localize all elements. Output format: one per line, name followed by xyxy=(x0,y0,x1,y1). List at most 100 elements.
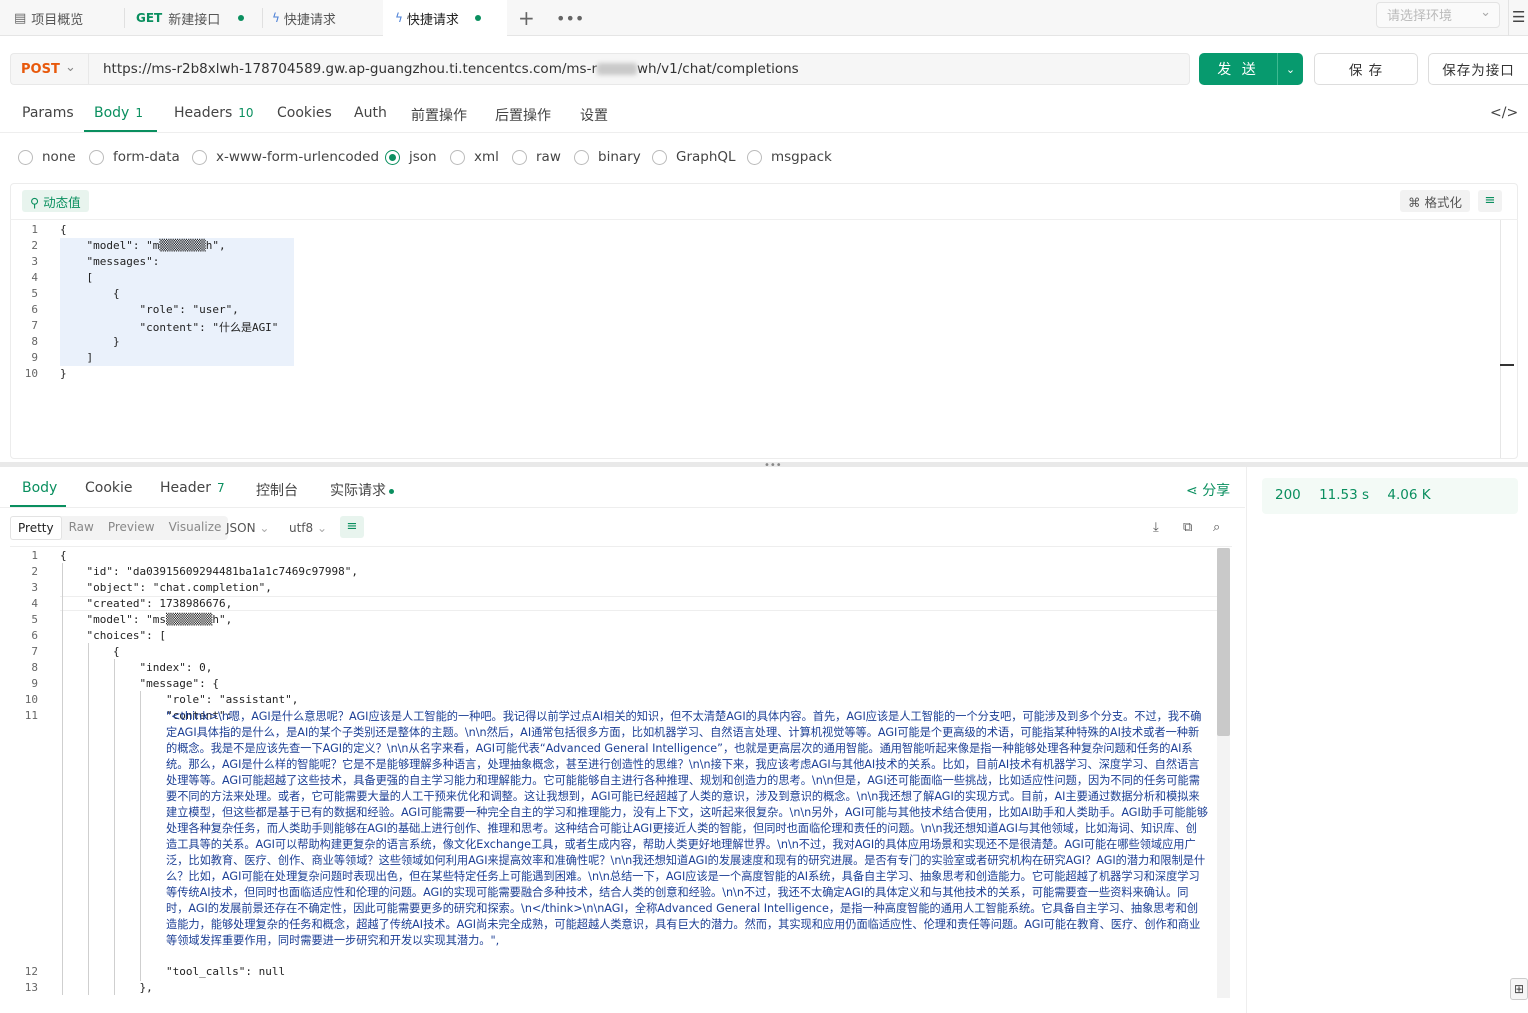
radio-msgpack[interactable]: msgpack xyxy=(747,149,832,165)
tab-body[interactable]: Body 1 xyxy=(94,105,143,121)
tab-label: 控制台 xyxy=(256,483,298,499)
tab-label: Cookies xyxy=(277,105,332,121)
tab-project-overview[interactable]: ▤ 项目概览 xyxy=(14,0,122,36)
tab-quick-request-1[interactable]: ϟ 快捷请求 xyxy=(272,0,380,36)
radio-form-data[interactable]: form-data xyxy=(89,149,180,165)
radio-x-www-form-urlencoded[interactable]: x-www-form-urlencoded xyxy=(192,149,379,165)
resp-tab-cookie[interactable]: Cookie xyxy=(85,480,133,496)
send-button[interactable]: 发 送 ⌄ xyxy=(1199,53,1303,85)
word-wrap-icon[interactable]: ≡ xyxy=(1478,190,1502,212)
tab-label: Body xyxy=(22,480,58,496)
tab-settings[interactable]: 设置 xyxy=(580,105,608,125)
chevron-down-icon: ⌄ xyxy=(65,60,76,75)
more-tabs-icon[interactable]: ••• xyxy=(556,0,584,36)
tab-method: GET xyxy=(136,11,163,25)
view-visualize[interactable]: Visualize xyxy=(162,516,229,540)
url-input[interactable]: https://ms-r2b8xlwh-178704589.gw.ap-guan… xyxy=(88,53,1190,85)
menu-icon[interactable]: ☰ xyxy=(1512,8,1525,26)
format-button[interactable]: ⌘ 格式化 xyxy=(1400,190,1470,212)
code-line: "index": 0, xyxy=(60,661,213,674)
code-line: "content": "什么是AGI" xyxy=(60,321,279,334)
code-line: "role": "assistant", xyxy=(60,693,299,706)
method-select[interactable]: POST ⌄ xyxy=(10,53,88,85)
encoding-select[interactable]: utf8 ⌄ xyxy=(289,521,327,535)
line-number: 3 xyxy=(31,581,38,594)
tab-auth[interactable]: Auth xyxy=(354,105,387,121)
view-raw[interactable]: Raw xyxy=(62,516,101,540)
tab-post-processors[interactable]: 后置操作 xyxy=(495,105,551,125)
copy-icon[interactable]: ⧉ xyxy=(1183,520,1192,535)
indent-guide xyxy=(62,563,63,995)
code-line: { xyxy=(60,223,67,236)
line-number: 11 xyxy=(24,709,38,722)
line-number: 8 xyxy=(31,335,38,348)
view-mode-segment: Pretty Raw Preview Visualize xyxy=(10,516,229,540)
save-button[interactable]: 保 存 xyxy=(1314,53,1418,85)
code-line: ] xyxy=(60,351,94,364)
divider xyxy=(10,219,1518,220)
line-number: 6 xyxy=(31,303,38,316)
tab-pre-processors[interactable]: 前置操作 xyxy=(411,105,467,125)
format-select[interactable]: JSON ⌄ xyxy=(226,521,269,535)
line-number: 1 xyxy=(31,549,38,562)
view-preview[interactable]: Preview xyxy=(101,516,162,540)
resp-tab-console[interactable]: 控制台 xyxy=(256,480,298,500)
radio-none[interactable]: none xyxy=(18,149,76,165)
radio-xml[interactable]: xml xyxy=(450,149,499,165)
word-wrap-icon[interactable]: ≡ xyxy=(340,516,364,538)
encoding-value: utf8 xyxy=(289,521,314,535)
tab-params[interactable]: Params xyxy=(22,105,74,121)
radio-binary[interactable]: binary xyxy=(574,149,641,165)
radio-circle xyxy=(652,149,667,165)
code-line: "messages": xyxy=(60,255,160,268)
lightning-icon: ϟ xyxy=(272,11,280,25)
status-code: 200 xyxy=(1275,487,1301,503)
radio-circle xyxy=(385,149,400,165)
tab-count: 1 xyxy=(135,106,143,120)
tab-label: 实际请求 xyxy=(330,483,386,499)
scrollbar-marker xyxy=(1500,364,1514,366)
share-button[interactable]: ⋖ 分享 xyxy=(1186,480,1230,500)
radio-circle xyxy=(192,149,207,165)
tab-new-api[interactable]: GET 新建接口 xyxy=(136,0,260,36)
line-number: 7 xyxy=(31,319,38,332)
environment-select[interactable]: 请选择环境 ⌄ xyxy=(1376,2,1500,28)
line-number: 1 xyxy=(31,223,38,236)
resp-tab-header[interactable]: Header 7 xyxy=(160,480,225,496)
tab-label: 项目概览 xyxy=(31,12,84,28)
resize-handle-icon[interactable]: ••• xyxy=(764,460,782,471)
line-number: 4 xyxy=(31,597,38,610)
radio-label: binary xyxy=(598,149,641,165)
save-as-api-button[interactable]: 保存为接口 xyxy=(1428,53,1528,85)
code-line: "model": "m▒▒▒▒▒▒▒h", xyxy=(60,239,226,252)
view-pretty[interactable]: Pretty xyxy=(10,516,62,540)
resp-tab-actual-request[interactable]: 实际请求 xyxy=(330,480,394,500)
code-view-icon[interactable]: </> xyxy=(1490,105,1518,121)
layout-toggle-icon[interactable]: ⊞ xyxy=(1510,978,1528,1000)
radio-graphql[interactable]: GraphQL xyxy=(652,149,736,165)
chevron-down-icon[interactable]: ⌄ xyxy=(1277,53,1303,85)
panel-divider xyxy=(1246,467,1247,1013)
search-icon[interactable]: ⌕ xyxy=(1213,520,1220,535)
scrollbar-thumb[interactable] xyxy=(1217,548,1230,736)
chevron-down-icon: ⌄ xyxy=(1480,5,1491,20)
tab-quick-request-2[interactable]: ϟ 快捷请求 xyxy=(383,0,507,36)
line-number: 3 xyxy=(31,255,38,268)
indent-guide xyxy=(140,691,141,981)
share-icon: ⋖ xyxy=(1186,483,1203,499)
tab-headers[interactable]: Headers 10 xyxy=(174,105,254,121)
download-icon[interactable]: ⤓ xyxy=(1153,520,1159,535)
save-as-label: 保存为接口 xyxy=(1442,63,1515,79)
radio-json[interactable]: json xyxy=(385,149,437,165)
tab-cookies[interactable]: Cookies xyxy=(277,105,332,121)
code-line: { xyxy=(60,549,67,562)
add-tab-button[interactable]: + xyxy=(518,0,535,36)
radio-raw[interactable]: raw xyxy=(512,149,561,165)
dynamic-value-button[interactable]: ⚲ 动态值 xyxy=(22,190,89,212)
code-line: "created": 1738986676, xyxy=(60,597,233,610)
line-number: 2 xyxy=(31,239,38,252)
code-line: "model": "ms▒▒▒▒▒▒▒h", xyxy=(60,613,233,626)
resp-tab-body[interactable]: Body xyxy=(22,480,57,496)
radio-circle xyxy=(89,149,104,165)
tab-bar: ▤ 项目概览 GET 新建接口 ϟ 快捷请求 ϟ 快捷请求 + ••• 请选择环… xyxy=(0,0,1528,36)
